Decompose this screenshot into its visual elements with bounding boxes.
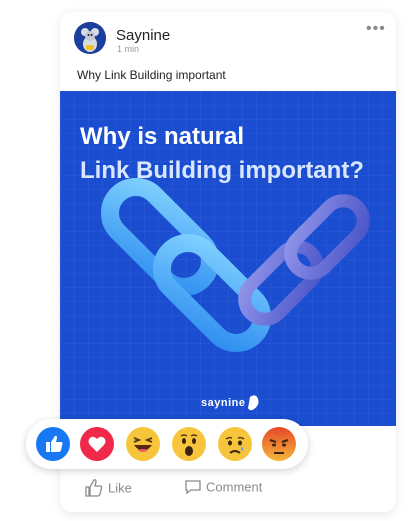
like-button-label: Like xyxy=(108,480,132,496)
author-avatar[interactable] xyxy=(74,22,106,54)
angry-reaction-button[interactable] xyxy=(262,427,296,461)
like-reaction-button[interactable] xyxy=(36,427,70,461)
surprised-face-icon xyxy=(172,427,206,461)
post-caption: Why Link Building important xyxy=(77,68,226,82)
reaction-bar xyxy=(26,419,308,469)
comment-icon xyxy=(185,480,201,495)
love-reaction-button[interactable] xyxy=(80,427,114,461)
comment-button-label: Comment xyxy=(206,479,263,495)
post-time: 1 min xyxy=(117,44,140,54)
post-image[interactable]: Why is natural Link Building important? … xyxy=(60,91,396,426)
haha-reaction-button[interactable] xyxy=(126,427,160,461)
thumbs-up-icon xyxy=(36,427,70,461)
wow-reaction-button[interactable] xyxy=(172,427,206,461)
post-image-brand: saynine xyxy=(201,397,246,409)
sad-reaction-button[interactable] xyxy=(218,427,252,461)
post-image-headline-line1: Why is natural xyxy=(80,123,245,150)
post-image-headline-line2: Link Building important? xyxy=(80,157,364,184)
author-name[interactable]: Saynine xyxy=(116,27,170,44)
angry-face-icon xyxy=(262,427,296,461)
comment-button[interactable]: Comment xyxy=(184,478,262,496)
laughing-face-icon xyxy=(126,427,160,461)
thumbs-up-outline-icon xyxy=(85,479,103,497)
heart-icon xyxy=(80,427,114,461)
sad-face-icon xyxy=(218,427,252,461)
more-options-icon[interactable]: ••• xyxy=(366,20,386,38)
like-button[interactable]: Like xyxy=(84,478,132,498)
